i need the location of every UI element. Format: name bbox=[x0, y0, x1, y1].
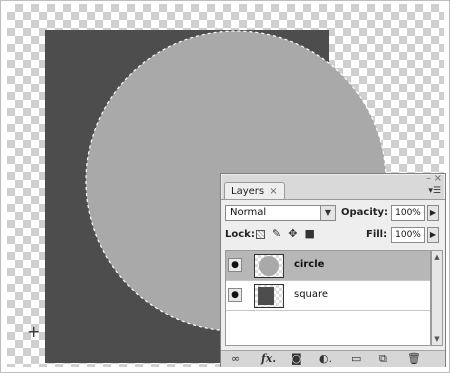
lock-all-icon[interactable]: ■ bbox=[304, 228, 314, 240]
square-thumbnail-icon[interactable] bbox=[254, 284, 284, 308]
row-divider bbox=[226, 310, 430, 311]
new-group-icon[interactable]: ▭ bbox=[351, 352, 361, 366]
tab-close-icon[interactable]: × bbox=[269, 186, 277, 197]
adjustment-layer-icon[interactable]: ◐. bbox=[319, 352, 332, 366]
eye-icon[interactable]: ● bbox=[228, 258, 242, 272]
layer-row-square[interactable]: ● square bbox=[226, 281, 430, 311]
crosshair-cursor-icon: + bbox=[27, 322, 41, 341]
opacity-slider-arrow-icon[interactable]: ▶ bbox=[427, 205, 439, 221]
scroll-up-icon[interactable]: ▲ bbox=[432, 252, 442, 262]
layer-name: circle bbox=[294, 259, 325, 270]
tab-layers[interactable]: Layers × bbox=[224, 182, 285, 200]
circle-thumbnail-icon[interactable] bbox=[254, 254, 284, 278]
lock-position-icon[interactable]: ✥ bbox=[288, 228, 297, 240]
trash-icon[interactable]: 🗑 bbox=[407, 352, 421, 366]
fx-icon[interactable]: fx. bbox=[261, 352, 276, 366]
panel-body: Normal ▼ Opacity: 100% ▶ Lock: ✎ ✥ ■ Fil… bbox=[221, 200, 445, 367]
opacity-input[interactable]: 100% bbox=[391, 205, 425, 221]
blend-mode-select[interactable]: Normal ▼ bbox=[225, 205, 336, 221]
link-layers-icon[interactable]: ∞ bbox=[231, 352, 240, 366]
blend-mode-value: Normal bbox=[230, 207, 267, 218]
layer-row-circle[interactable]: ● circle bbox=[226, 251, 430, 281]
tab-layers-label: Layers bbox=[231, 186, 265, 197]
lock-image-icon[interactable]: ✎ bbox=[272, 228, 281, 240]
fill-label: Fill: bbox=[366, 229, 388, 240]
layers-scrollbar[interactable]: ▲ ▼ bbox=[431, 250, 443, 346]
opacity-label: Opacity: bbox=[341, 207, 389, 218]
lock-transparent-icon[interactable] bbox=[256, 229, 265, 239]
chevron-down-icon[interactable]: ▼ bbox=[320, 206, 335, 220]
layer-name: square bbox=[294, 289, 329, 300]
layers-list: ● circle ● square bbox=[225, 250, 431, 346]
eye-icon[interactable]: ● bbox=[228, 288, 242, 302]
close-icon[interactable]: × bbox=[434, 174, 442, 184]
lock-label: Lock: bbox=[225, 229, 255, 240]
minimize-icon[interactable]: – bbox=[426, 174, 431, 184]
new-layer-icon[interactable]: ⧉ bbox=[379, 352, 387, 366]
scroll-down-icon[interactable]: ▼ bbox=[432, 334, 442, 344]
panel-menu-icon[interactable]: ▾☰ bbox=[428, 186, 441, 196]
layers-panel: – × Layers × ▾☰ Normal ▼ Opacity: 100% ▶… bbox=[220, 173, 446, 367]
panel-bottom-toolbar: ∞ fx. ◙ ◐. ▭ ⧉ 🗑 bbox=[221, 350, 445, 367]
fill-slider-arrow-icon[interactable]: ▶ bbox=[427, 227, 439, 243]
layer-mask-icon[interactable]: ◙ bbox=[291, 352, 302, 366]
lock-icons-group: ✎ ✥ ■ bbox=[256, 228, 315, 240]
fill-input[interactable]: 100% bbox=[391, 227, 425, 243]
